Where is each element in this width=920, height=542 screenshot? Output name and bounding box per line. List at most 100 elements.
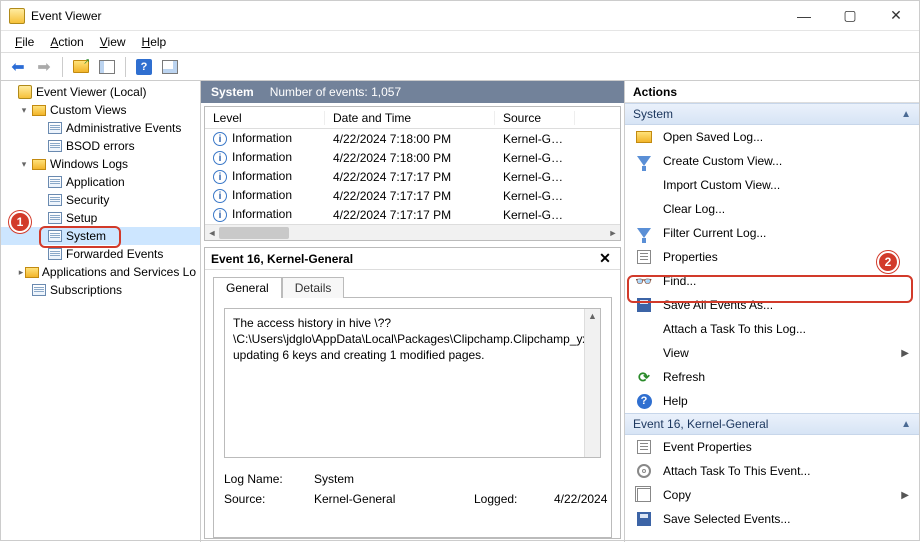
action-create-custom-view[interactable]: Create Custom View...: [625, 149, 919, 173]
action-help[interactable]: ? Help: [625, 389, 919, 413]
tree-windows-logs[interactable]: ▾ Windows Logs: [1, 155, 200, 173]
action-copy[interactable]: Copy ▶: [625, 483, 919, 507]
tree-forwarded-events[interactable]: Forwarded Events: [1, 245, 200, 263]
scrollbar-thumb[interactable]: [219, 227, 289, 239]
menu-action[interactable]: Action: [42, 33, 91, 51]
funnel-icon: [637, 156, 651, 166]
tree-label: Windows Logs: [50, 157, 128, 171]
annotation-callout-1: 1: [9, 211, 31, 233]
table-row[interactable]: iInformation 4/22/2024 7:18:00 PM Kernel…: [205, 148, 620, 167]
action-refresh[interactable]: ⟳ Refresh: [625, 365, 919, 389]
col-source[interactable]: Source: [495, 111, 575, 125]
open-folder-button[interactable]: [70, 56, 92, 78]
action-open-saved-log[interactable]: Open Saved Log...: [625, 125, 919, 149]
menu-view[interactable]: View: [92, 33, 134, 51]
folder-icon: [32, 159, 46, 170]
table-row[interactable]: iInformation 4/22/2024 7:17:17 PM Kernel…: [205, 186, 620, 205]
scroll-right-icon[interactable]: ►: [606, 225, 620, 241]
table-body: i Information 4/22/2024 7:18:00 PM Kernel…: [205, 129, 620, 224]
tree-root[interactable]: Event Viewer (Local): [1, 83, 200, 101]
forward-button[interactable]: ➡: [33, 56, 55, 78]
layout-button-1[interactable]: [96, 56, 118, 78]
cell-source: Kernel-Gen...: [495, 170, 575, 184]
scroll-left-icon[interactable]: ◄: [205, 225, 219, 241]
action-attach-task-event[interactable]: Attach Task To This Event...: [625, 459, 919, 483]
action-label: Copy: [663, 488, 691, 502]
col-date[interactable]: Date and Time: [325, 111, 495, 125]
event-detail-pane: Event 16, Kernel-General ✕ General Detai…: [204, 247, 621, 539]
col-level[interactable]: Level: [205, 111, 325, 125]
scroll-up-icon[interactable]: ▲: [585, 309, 600, 323]
tree-system[interactable]: System: [1, 227, 200, 245]
help-button[interactable]: ?: [133, 56, 155, 78]
back-button[interactable]: ⬅: [7, 56, 29, 78]
tree-apps-services[interactable]: ▸ Applications and Services Lo: [1, 263, 200, 281]
info-icon: i: [213, 151, 227, 165]
maximize-button[interactable]: ▢: [827, 1, 873, 31]
properties-icon: [637, 440, 651, 454]
tab-details[interactable]: Details: [282, 277, 345, 298]
tree-subscriptions[interactable]: Subscriptions: [1, 281, 200, 299]
tab-general[interactable]: General: [213, 277, 282, 298]
close-detail-button[interactable]: ✕: [596, 250, 614, 268]
tree-admin-events[interactable]: Administrative Events: [1, 119, 200, 137]
menu-help[interactable]: Help: [134, 33, 175, 51]
action-save-selected-events[interactable]: Save Selected Events...: [625, 507, 919, 531]
action-label: View: [663, 346, 689, 360]
tree-label: Administrative Events: [66, 121, 181, 135]
menu-file[interactable]: File: [7, 33, 42, 51]
action-filter-current-log[interactable]: Filter Current Log...: [625, 221, 919, 245]
action-label: Import Custom View...: [663, 178, 780, 192]
properties-icon: [637, 250, 651, 264]
collapse-icon[interactable]: ▲: [901, 109, 911, 120]
chevron-right-icon[interactable]: ▸: [17, 267, 25, 278]
action-label: Create Custom View...: [663, 154, 782, 168]
funnel-icon: [637, 228, 651, 238]
action-clear-log[interactable]: Clear Log...: [625, 197, 919, 221]
action-event-properties[interactable]: Event Properties: [625, 435, 919, 459]
event-viewer-icon: [18, 85, 32, 99]
action-label: Attach Task To This Event...: [663, 464, 810, 478]
cell-source: Kernel-Gen...: [495, 132, 575, 146]
action-properties[interactable]: Properties: [625, 245, 919, 269]
cell-source: Kernel-Gen...: [495, 151, 575, 165]
action-label: Event Properties: [663, 440, 752, 454]
log-name-value: System: [314, 472, 474, 486]
action-find[interactable]: 👓 Find...: [625, 269, 919, 293]
action-attach-task-log[interactable]: Attach a Task To this Log...: [625, 317, 919, 341]
save-icon: [637, 298, 651, 312]
folder-icon: [636, 131, 652, 143]
layout-button-2[interactable]: [159, 56, 181, 78]
tree-bsod-errors[interactable]: BSOD errors: [1, 137, 200, 155]
chevron-down-icon[interactable]: ▾: [17, 105, 31, 116]
navigation-tree[interactable]: Event Viewer (Local) ▾ Custom Views Admi…: [1, 81, 201, 542]
horizontal-scrollbar[interactable]: ◄ ►: [205, 224, 620, 240]
refresh-icon: ⟳: [638, 369, 650, 386]
action-save-all-events[interactable]: Save All Events As...: [625, 293, 919, 317]
action-import-custom-view[interactable]: Import Custom View...: [625, 173, 919, 197]
binoculars-icon: 👓: [635, 273, 652, 290]
minimize-button[interactable]: —: [781, 1, 827, 31]
chevron-down-icon[interactable]: ▾: [17, 159, 31, 170]
vertical-scrollbar[interactable]: ▲: [584, 309, 600, 457]
tree-custom-views[interactable]: ▾ Custom Views: [1, 101, 200, 119]
tree-application[interactable]: Application: [1, 173, 200, 191]
cell-date: 4/22/2024 7:18:00 PM: [325, 151, 495, 165]
close-button[interactable]: ✕: [873, 1, 919, 31]
action-label: Help: [663, 394, 688, 408]
table-row[interactable]: iInformation 4/22/2024 7:17:17 PM Kernel…: [205, 205, 620, 224]
cell-source: Kernel-Gen...: [495, 189, 575, 203]
action-view-submenu[interactable]: View ▶: [625, 341, 919, 365]
tree-setup[interactable]: Setup: [1, 209, 200, 227]
folder-icon: [25, 267, 39, 278]
tree-security[interactable]: Security: [1, 191, 200, 209]
action-label: Attach a Task To this Log...: [663, 322, 806, 336]
actions-section-event[interactable]: Event 16, Kernel-General ▲: [625, 413, 919, 435]
table-row[interactable]: iInformation 4/22/2024 7:18:00 PM Kernel…: [205, 129, 620, 148]
cell-level: Information: [232, 131, 292, 145]
actions-section-system[interactable]: System ▲: [625, 103, 919, 125]
table-row[interactable]: iInformation 4/22/2024 7:17:17 PM Kernel…: [205, 167, 620, 186]
collapse-icon[interactable]: ▲: [901, 419, 911, 430]
event-properties-grid: Log Name: System Source: Kernel-General …: [224, 472, 601, 506]
view-icon: [48, 122, 62, 134]
